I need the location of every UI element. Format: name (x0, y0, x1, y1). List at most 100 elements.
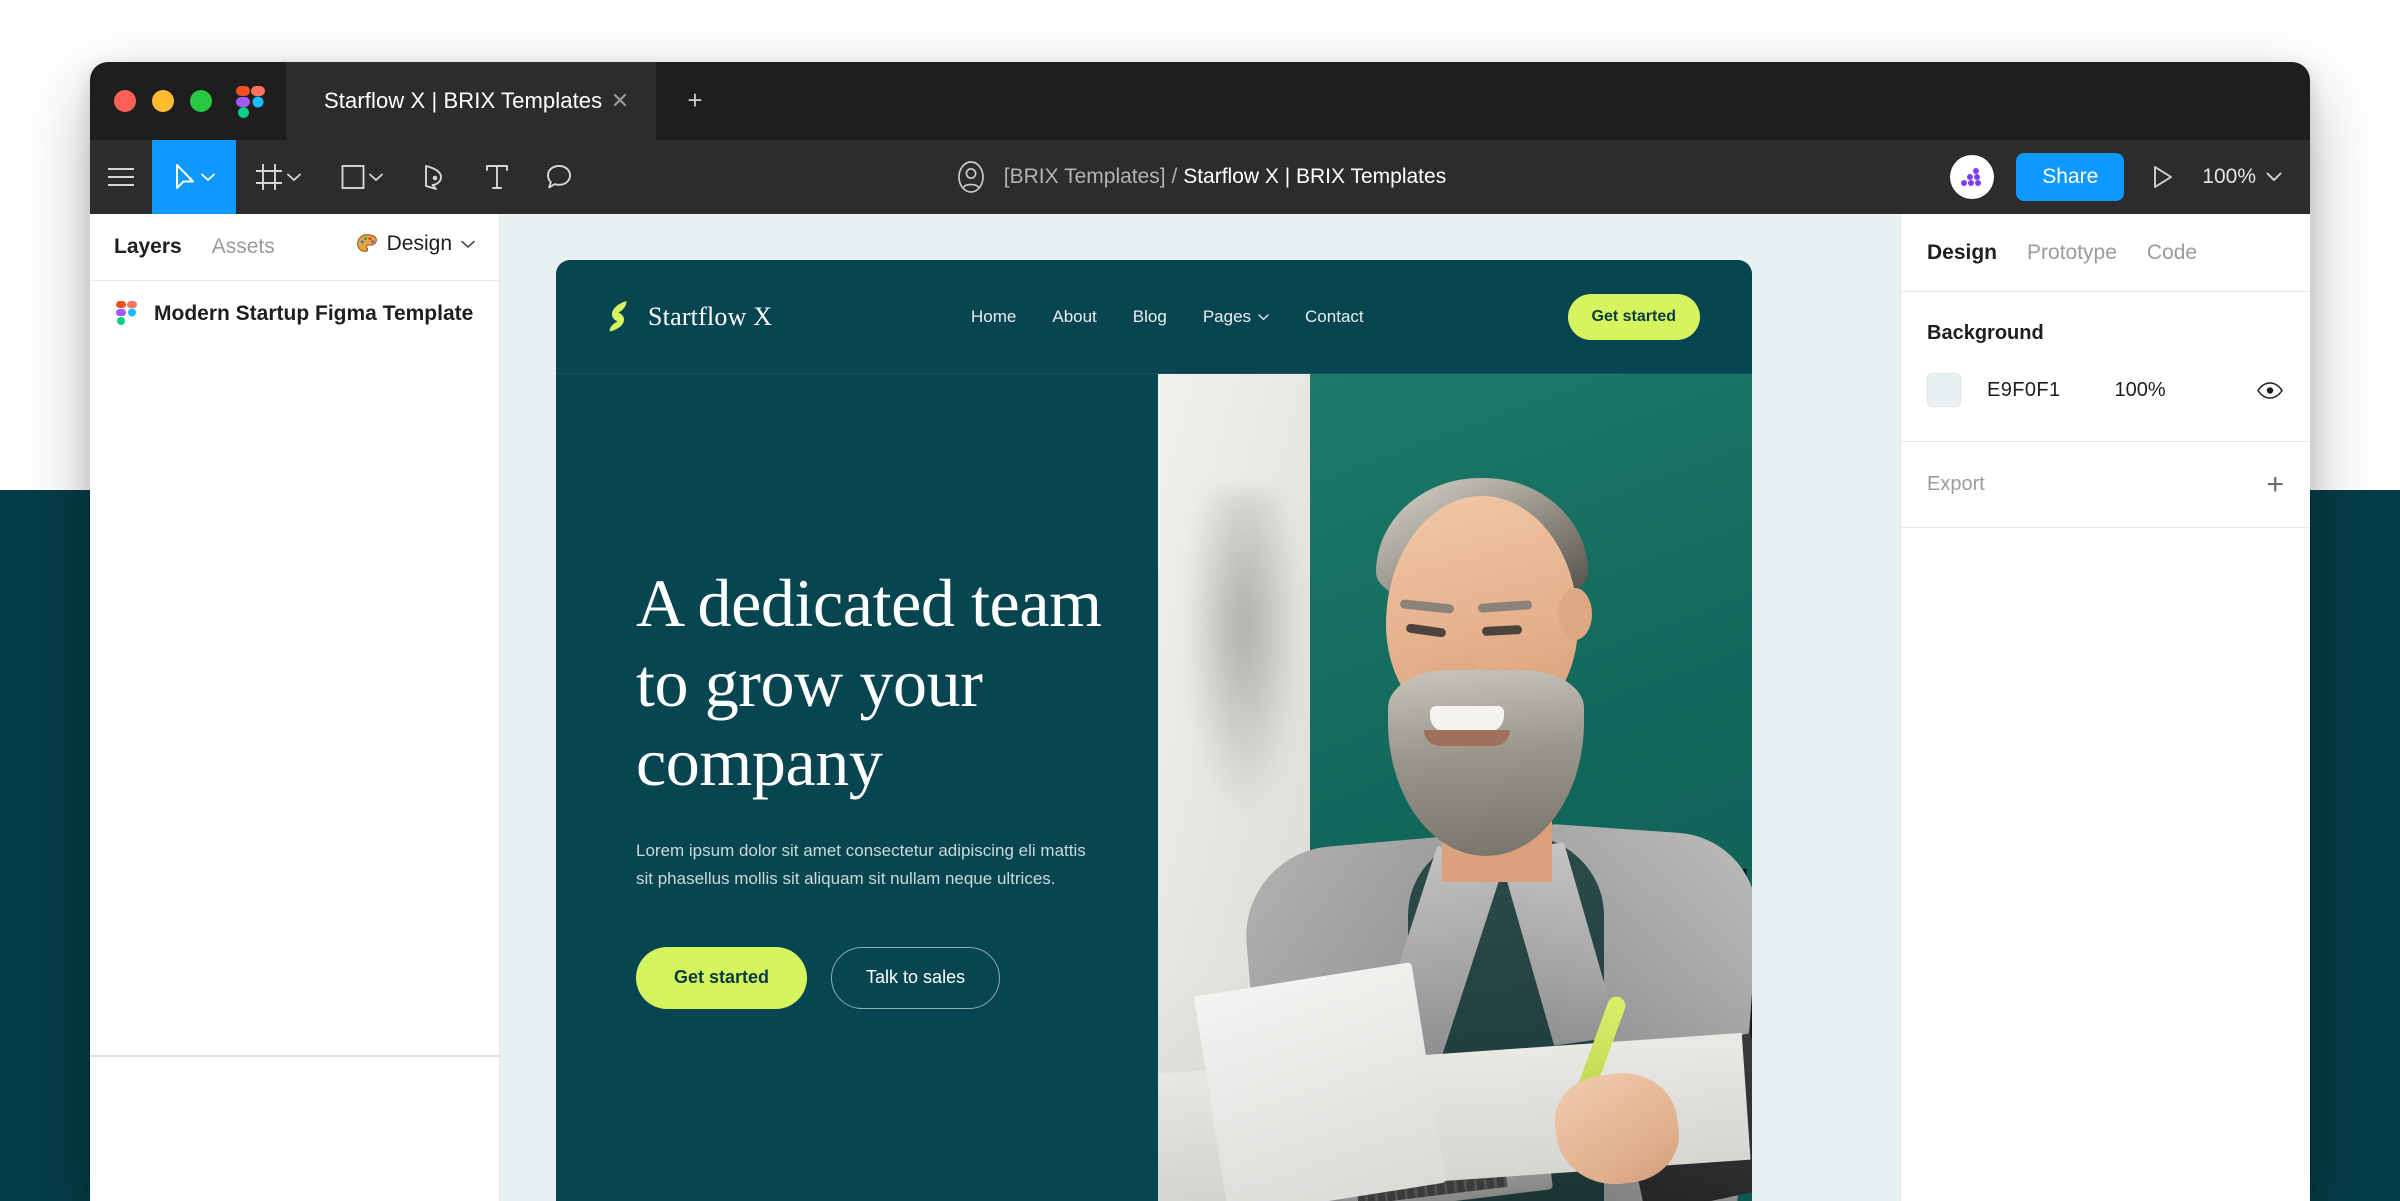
frame-icon (256, 164, 282, 190)
chevron-down-icon (2266, 172, 2282, 182)
hero-primary-label: Get started (674, 967, 770, 988)
nav-link-label: Home (971, 307, 1017, 326)
browser-tab-title: Starflow X | BRIX Templates (324, 88, 603, 113)
chevron-down-icon (369, 173, 383, 181)
left-sidebar: Layers Assets Design Modern Startup Figm… (90, 214, 500, 1201)
chevron-down-icon (287, 173, 301, 181)
export-section-title: Export (1927, 473, 1985, 495)
app-body: Layers Assets Design Modern Startup Figm… (90, 214, 2310, 1201)
breadcrumb-separator: / (1171, 165, 1178, 188)
site-brand-name: Startflow X (648, 301, 773, 331)
nav-link-contact[interactable]: Contact (1305, 307, 1364, 327)
breadcrumb[interactable]: [BRIX Templates] / Starflow X | BRIX Tem… (1004, 165, 1446, 189)
nav-link-pages[interactable]: Pages (1203, 307, 1269, 327)
share-button[interactable]: Share (2016, 153, 2125, 201)
move-tool-button[interactable] (152, 140, 236, 214)
nav-link-label: Contact (1305, 307, 1364, 326)
browser-tab[interactable]: Starflow X | BRIX Templates ✕ (286, 62, 656, 140)
chevron-down-icon (461, 240, 475, 248)
background-section-title: Background (1927, 322, 2044, 344)
window-close-button[interactable] (114, 90, 136, 112)
figma-toolbar: [BRIX Templates] / Starflow X | BRIX Tem… (90, 140, 2310, 214)
background-fill-row: E9F0F1 100% (1927, 373, 2284, 407)
site-brand[interactable]: Startflow X (608, 300, 772, 334)
panel-split-divider[interactable] (90, 1055, 499, 1057)
figma-file-icon (116, 301, 137, 325)
user-circle-icon[interactable] (954, 160, 988, 194)
zoom-level-label: 100% (2202, 165, 2256, 188)
right-sidebar: Design Prototype Code Background E9F0F1 … (1900, 214, 2310, 1201)
window-minimize-button[interactable] (152, 90, 174, 112)
starflow-s-logo-icon (609, 300, 627, 331)
navbar-get-started-button[interactable]: Get started (1567, 294, 1700, 340)
pen-icon (425, 165, 442, 190)
page-selector[interactable]: Design (356, 232, 475, 256)
play-triangle-icon (2154, 166, 2173, 188)
canvas-frame[interactable]: Startflow X Home About Blog Pages Contac… (556, 260, 1752, 1201)
tab-layers[interactable]: Layers (114, 235, 182, 259)
hero-button-group: Get started Talk to sales (636, 946, 1156, 1009)
tab-assets[interactable]: Assets (212, 235, 275, 259)
new-tab-icon[interactable]: + (682, 87, 708, 114)
hero-get-started-button[interactable]: Get started (636, 946, 808, 1009)
tab-prototype[interactable]: Prototype (2027, 241, 2117, 265)
hero-photo (1158, 374, 1752, 1201)
figma-logo-icon (236, 86, 266, 118)
tab-design[interactable]: Design (1927, 241, 1997, 265)
toolbar-right-cluster: Share 100% (1950, 140, 2288, 214)
breadcrumb-file: Starflow X | BRIX Templates (1183, 165, 1447, 188)
nav-link-about[interactable]: About (1052, 307, 1096, 327)
hero-subtitle: Lorem ipsum dolor sit amet consectetur a… (636, 840, 1086, 888)
nav-link-blog[interactable]: Blog (1133, 307, 1167, 327)
frame-tool-button[interactable] (236, 140, 320, 214)
rectangle-icon (341, 165, 365, 189)
close-icon[interactable]: ✕ (608, 89, 632, 113)
color-hex-value[interactable]: E9F0F1 (1987, 379, 2061, 402)
layer-name-label: Modern Startup Figma Template (154, 302, 474, 325)
color-swatch[interactable] (1927, 373, 1961, 407)
hero-secondary-label: Talk to sales (866, 967, 966, 988)
hamburger-menu-icon (108, 168, 134, 186)
nav-link-label: Pages (1202, 307, 1252, 326)
website-nav-links: Home About Blog Pages Contact (971, 260, 1364, 374)
window-maximize-button[interactable] (190, 90, 212, 112)
palette-icon (356, 234, 377, 252)
chevron-down-icon (1258, 313, 1269, 320)
breadcrumb-team: [BRIX Templates] (1003, 165, 1166, 188)
hero-copy-block: A dedicated team to grow your company Lo… (636, 564, 1156, 1009)
design-canvas[interactable]: Startflow X Home About Blog Pages Contac… (500, 214, 1900, 1201)
background-section: Background E9F0F1 100% (1901, 292, 2310, 442)
hero-title: A dedicated team to grow your company (636, 565, 1102, 801)
present-button[interactable] (2146, 160, 2180, 194)
comment-bubble-icon (547, 165, 571, 189)
text-t-icon (486, 165, 508, 189)
pen-tool-button[interactable] (404, 140, 466, 214)
nav-link-label: Blog (1132, 307, 1167, 326)
tab-code[interactable]: Code (2147, 241, 2197, 265)
shape-tool-button[interactable] (320, 140, 404, 214)
plus-icon[interactable]: + (2266, 469, 2284, 499)
share-button-label: Share (2042, 165, 2099, 188)
hero-talk-to-sales-button[interactable]: Talk to sales (831, 946, 1001, 1009)
page-selector-label: Design (386, 232, 452, 255)
opacity-value[interactable]: 100% (2115, 379, 2166, 402)
main-menu-button[interactable] (90, 140, 152, 214)
text-tool-button[interactable] (466, 140, 528, 214)
nav-link-home[interactable]: Home (971, 307, 1016, 327)
cursor-arrow-icon (176, 164, 194, 189)
left-sidebar-tabs: Layers Assets Design (90, 214, 499, 280)
comment-tool-button[interactable] (528, 140, 590, 214)
nav-link-label: About (1052, 307, 1097, 326)
multiplayer-dots-avatar[interactable] (1950, 155, 1995, 199)
eye-icon[interactable] (2256, 376, 2284, 404)
website-hero-section: A dedicated team to grow your company Lo… (556, 374, 1752, 1201)
list-item[interactable]: Modern Startup Figma Template (90, 281, 499, 347)
export-section: Export + (1901, 442, 2310, 528)
zoom-control[interactable]: 100% (2202, 165, 2288, 189)
browser-tab-strip: Starflow X | BRIX Templates ✕ + (90, 62, 2310, 140)
website-navbar: Startflow X Home About Blog Pages Contac… (556, 260, 1752, 374)
chevron-down-icon (201, 173, 215, 181)
figma-app-window: Starflow X | BRIX Templates ✕ + [BRIX Te… (90, 62, 2310, 1201)
navbar-cta-label: Get started (1591, 308, 1676, 325)
right-sidebar-tabs: Design Prototype Code (1901, 214, 2310, 292)
